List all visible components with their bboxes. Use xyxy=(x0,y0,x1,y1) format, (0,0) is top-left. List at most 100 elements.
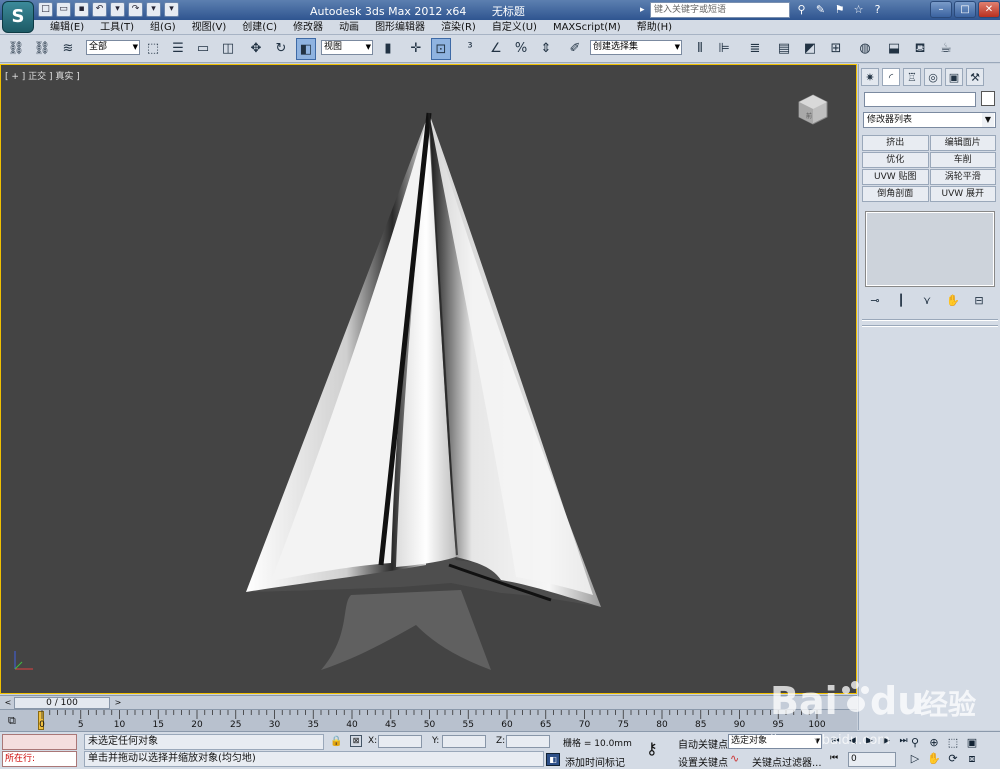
x-coordinate-field[interactable] xyxy=(378,735,422,748)
select-and-rotate-icon[interactable]: ↻ xyxy=(271,38,291,60)
material-editor-icon[interactable]: ◍ xyxy=(855,38,875,60)
curve-editor-icon[interactable]: ◩ xyxy=(800,38,820,60)
mirror-icon[interactable]: ⫴ xyxy=(690,38,710,60)
select-and-move-icon[interactable]: ✥ xyxy=(246,38,266,60)
maxscript-line[interactable]: 所在行: xyxy=(2,751,77,767)
create-tab-icon[interactable]: ✷ xyxy=(861,68,879,86)
modifier-list-select[interactable]: 修改器列表 ▼ xyxy=(863,112,996,128)
tools-icon[interactable]: ✎ xyxy=(813,2,828,17)
select-and-manipulate-icon[interactable]: ✛ xyxy=(406,38,426,60)
select-by-name-icon[interactable]: ☰ xyxy=(168,38,188,60)
menu-group[interactable]: 组(G) xyxy=(142,21,184,34)
menu-edit[interactable]: 编辑(E) xyxy=(42,21,92,34)
unwrap-uvw-button[interactable]: UVW 展开 xyxy=(929,186,996,202)
undo-dropdown-icon[interactable]: ▾ xyxy=(110,2,125,17)
object-name-input[interactable] xyxy=(864,92,976,107)
customize-quick-access-icon[interactable]: ▾ xyxy=(164,2,179,17)
time-tag-icon[interactable]: ◧ xyxy=(546,753,560,766)
new-file-icon[interactable]: □ xyxy=(38,2,53,17)
menu-tools[interactable]: 工具(T) xyxy=(92,21,142,34)
maximize-button[interactable]: □ xyxy=(954,1,976,18)
next-frame-icon[interactable]: ▶ xyxy=(879,734,894,749)
add-time-tag-button[interactable]: 添加时间标记 xyxy=(565,754,625,769)
cone-star-model[interactable] xyxy=(201,95,641,675)
rectangular-selection-icon[interactable]: ▭ xyxy=(193,38,213,60)
viewcube-icon[interactable]: 前 xyxy=(797,93,829,125)
set-key-icon[interactable]: ⚷ xyxy=(646,739,670,759)
hierarchy-tab-icon[interactable]: ♖ xyxy=(903,68,921,86)
search-expand-icon[interactable]: ▸ xyxy=(640,2,650,18)
menu-help[interactable]: 帮助(H) xyxy=(629,21,680,34)
maximize-viewport-icon[interactable]: ⧈ xyxy=(963,751,981,766)
close-button[interactable]: ✕ xyxy=(978,1,1000,18)
time-slider-next-icon[interactable]: > xyxy=(112,697,124,708)
percent-snap-icon[interactable]: % xyxy=(511,38,531,60)
key-mode-select[interactable]: 选定对象 xyxy=(728,734,822,749)
current-frame-field[interactable]: 0 xyxy=(848,752,896,767)
time-slider-thumb[interactable]: 0 / 100 xyxy=(14,697,110,709)
render-production-icon[interactable]: ☕ xyxy=(936,38,956,60)
angle-snap-icon[interactable]: ∠ xyxy=(486,38,506,60)
snaps-toggle-icon[interactable]: ³ xyxy=(460,38,480,60)
bind-space-warp-icon[interactable]: ≋ xyxy=(58,38,78,60)
zoom-extents-all-icon[interactable]: ▣ xyxy=(963,735,981,750)
layer-manager-icon[interactable]: ≣ xyxy=(745,38,765,60)
spinner-snap-icon[interactable]: ⇕ xyxy=(536,38,556,60)
reference-coordinate-select[interactable]: 视图 xyxy=(321,40,373,55)
search-input[interactable]: 键入关键字或短语 xyxy=(650,2,790,18)
utilities-tab-icon[interactable]: ⚒ xyxy=(966,68,984,86)
go-to-start-icon[interactable]: ⏮ xyxy=(828,734,843,749)
binoculars-icon[interactable]: ⚲ xyxy=(794,2,809,17)
show-end-result-icon[interactable]: ┃ xyxy=(893,293,909,309)
selection-filter-select[interactable]: 全部 xyxy=(86,40,140,55)
optimize-button[interactable]: 优化 xyxy=(862,152,929,168)
motion-tab-icon[interactable]: ◎ xyxy=(924,68,942,86)
keyboard-shortcut-override-icon[interactable]: ⊡ xyxy=(431,38,451,60)
auto-key-button[interactable]: 自动关键点 xyxy=(678,736,728,751)
menu-views[interactable]: 视图(V) xyxy=(184,21,235,34)
previous-frame-icon[interactable]: ◀ xyxy=(845,734,860,749)
key-mode-toggle-icon[interactable]: ⏮ xyxy=(830,753,838,763)
orbit-icon[interactable]: ⟳ xyxy=(944,751,962,766)
edit-named-selection-icon[interactable]: ✐ xyxy=(565,38,585,60)
z-coordinate-field[interactable] xyxy=(506,735,550,748)
set-key-button[interactable]: 设置关键点 xyxy=(678,754,728,769)
track-bar[interactable]: ⧉ 0 5 10 15 20 25 30 35 40 45 50 55 60 65 70 75 80 85 90 95… xyxy=(0,709,857,731)
pivot-center-icon[interactable]: ▮ xyxy=(378,38,398,60)
lock-selection-icon[interactable]: 🔒 xyxy=(330,736,342,747)
menu-customize[interactable]: 自定义(U) xyxy=(484,21,545,34)
zoom-icon[interactable]: ⚲ xyxy=(906,735,924,750)
menu-modifiers[interactable]: 修改器 xyxy=(285,21,331,34)
play-icon[interactable]: ▶ xyxy=(862,734,877,749)
schematic-view-icon[interactable]: ⊞ xyxy=(826,38,846,60)
time-slider-prev-icon[interactable]: < xyxy=(2,697,14,708)
lathe-button[interactable]: 车削 xyxy=(929,152,996,168)
y-coordinate-field[interactable] xyxy=(442,735,486,748)
graphite-ribbon-icon[interactable]: ▤ xyxy=(774,38,794,60)
menu-rendering[interactable]: 渲染(R) xyxy=(433,21,484,34)
minimize-button[interactable]: – xyxy=(930,1,952,18)
help-icon[interactable]: ? xyxy=(870,2,885,17)
favorites-star-icon[interactable]: ☆ xyxy=(851,2,866,17)
window-crossing-icon[interactable]: ◫ xyxy=(218,38,238,60)
unlink-icon[interactable]: ⛓ xyxy=(32,38,52,60)
absolute-mode-icon[interactable]: ⊠ xyxy=(350,735,362,747)
select-object-icon[interactable]: ⬚ xyxy=(143,38,163,60)
zoom-extents-icon[interactable]: ⬚ xyxy=(944,735,962,750)
remove-modifier-icon[interactable]: ✋ xyxy=(945,293,961,309)
communication-icon[interactable]: ⚑ xyxy=(832,2,847,17)
field-of-view-icon[interactable]: ▷ xyxy=(906,751,924,766)
modify-tab-icon[interactable]: ◜ xyxy=(882,68,900,86)
menu-graph-editors[interactable]: 图形编辑器 xyxy=(367,21,433,34)
named-selection-select[interactable]: 创建选择集 xyxy=(590,40,682,55)
menu-create[interactable]: 创建(C) xyxy=(234,21,285,34)
extrude-button[interactable]: 挤出 xyxy=(862,135,929,151)
render-setup-icon[interactable]: ⬓ xyxy=(884,38,904,60)
undo-icon[interactable]: ↶ xyxy=(92,2,107,17)
menu-animation[interactable]: 动画 xyxy=(331,21,367,34)
configure-modifier-sets-icon[interactable]: ⊟ xyxy=(971,293,987,309)
make-unique-icon[interactable]: ⋎ xyxy=(919,293,935,309)
mini-curve-editor-icon[interactable]: ⧉ xyxy=(8,713,26,729)
select-and-scale-icon[interactable]: ◧ xyxy=(296,38,316,60)
edit-patch-button[interactable]: 编辑面片 xyxy=(929,135,996,151)
